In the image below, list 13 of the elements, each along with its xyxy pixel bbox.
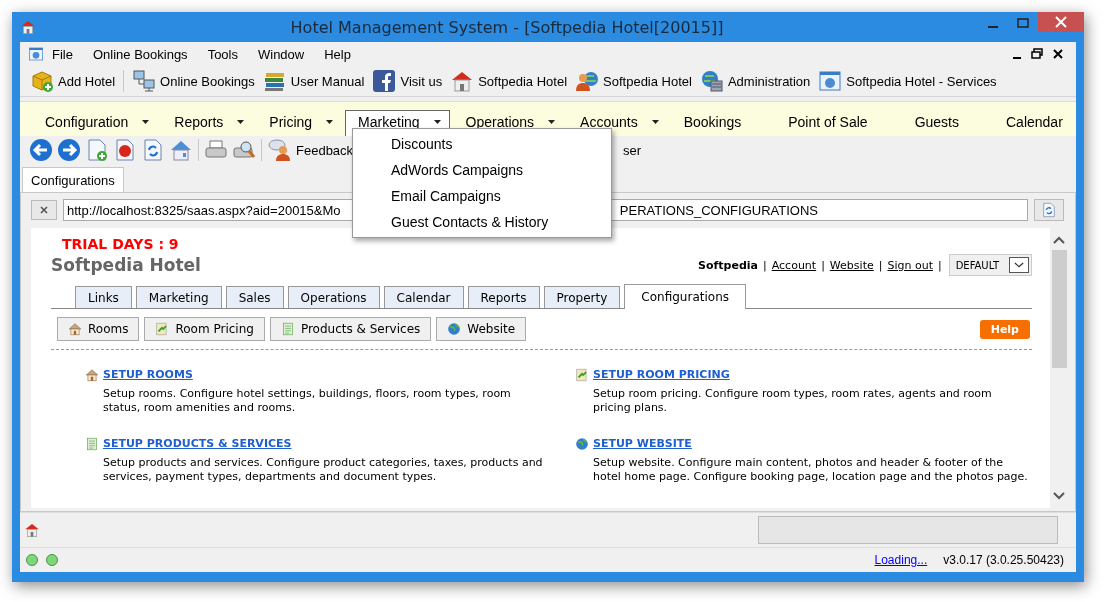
user-name: Softpedia: [698, 258, 758, 272]
version-label: v3.0.17 (3.0.25.50423): [943, 553, 1064, 567]
setup-description: Setup products and services. Configure product categories, taxes, products and services, payment types, departments and document types.: [103, 456, 543, 484]
separator: |: [878, 258, 883, 272]
setup-description: Setup website. Configure main content, photos and header & footer of the hotel home page. Configure booking page, location page and the photos page.: [593, 456, 1029, 484]
hotel-name: Softpedia Hotel: [51, 255, 201, 275]
separator: |: [937, 258, 942, 272]
setup-description: Setup rooms. Configure hotel settings, buildings, floors, room types, room status, room amenities and rooms.: [103, 387, 512, 415]
window-title: Hotel Management System - [Softpedia Hotel[20015]]: [289, 17, 725, 37]
setup-description: Setup room pricing. Configure room types, room rates, agents and room pricing plans.: [593, 387, 993, 415]
trial-notice: TRIAL DAYS : 9: [62, 236, 180, 252]
separator: |: [763, 258, 767, 272]
separator: |: [821, 258, 825, 272]
